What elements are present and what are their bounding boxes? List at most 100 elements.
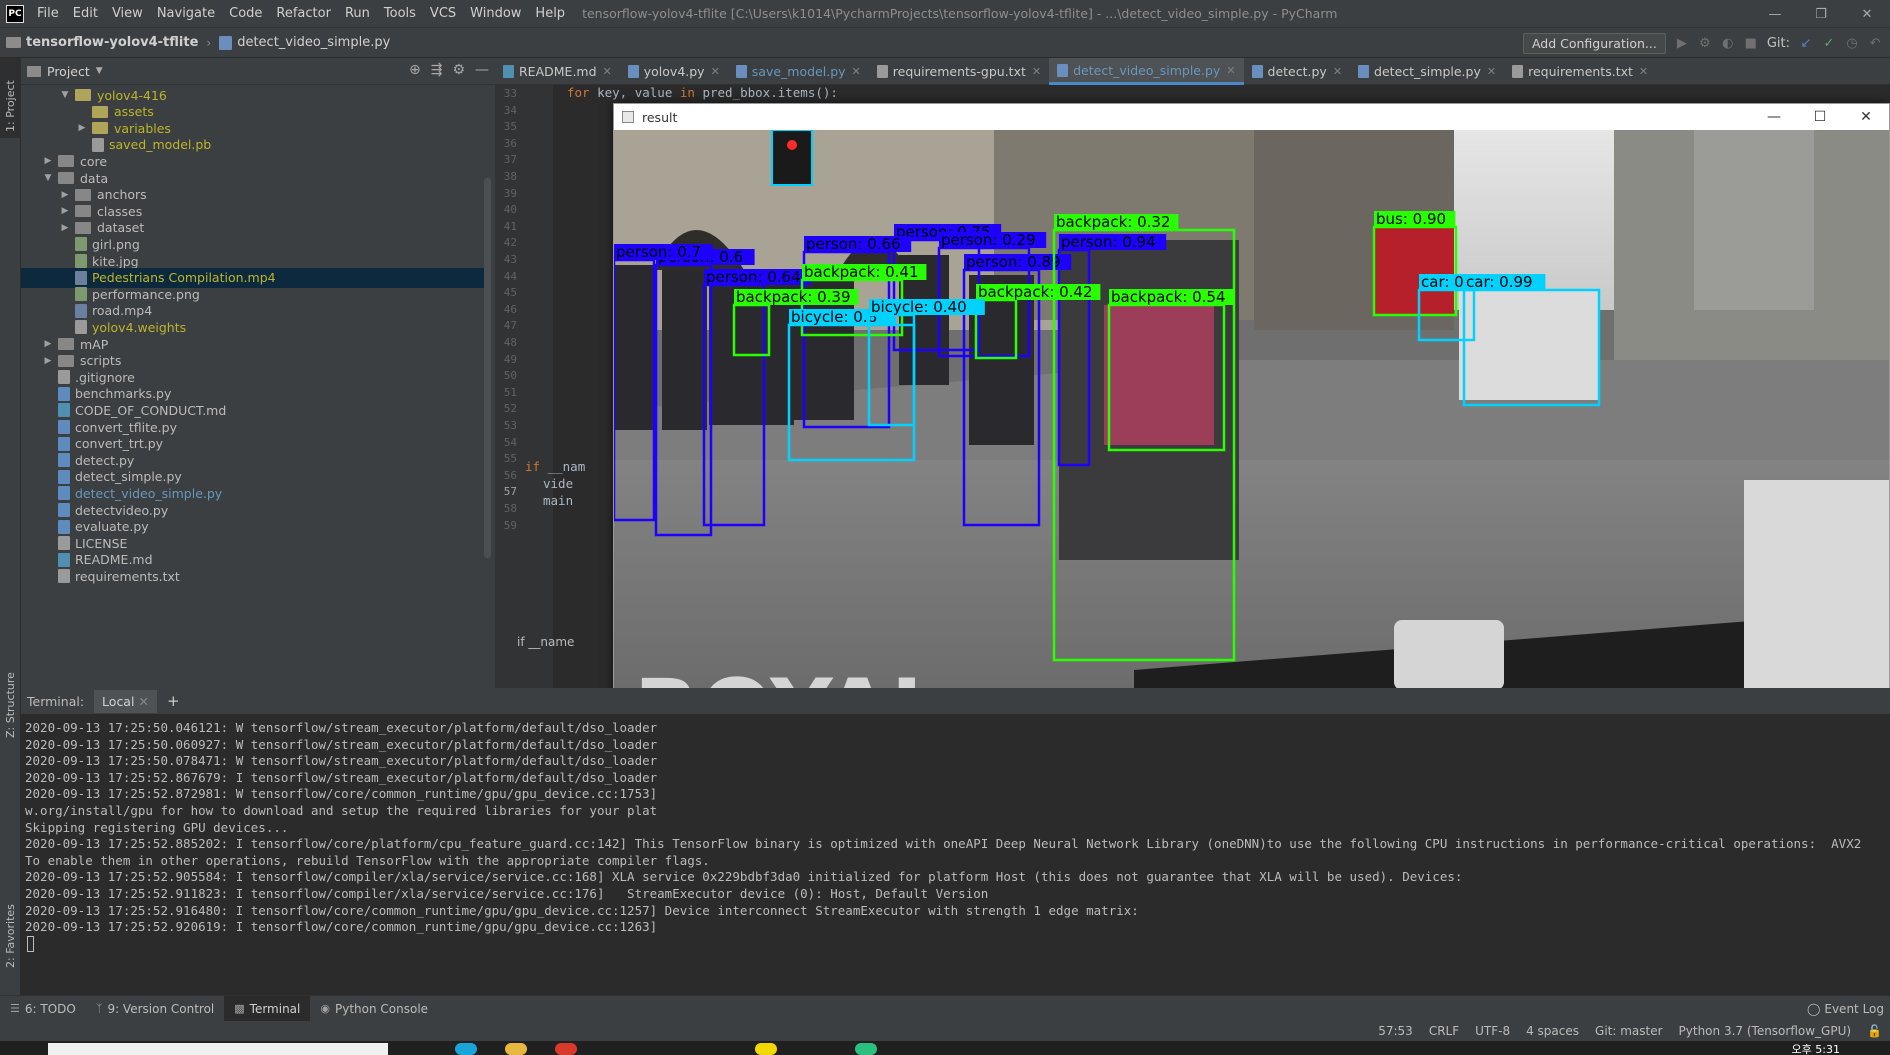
chevron-right-icon[interactable]: ▶ xyxy=(42,356,54,366)
code-breadcrumb[interactable]: if __name xyxy=(517,635,574,649)
menu-view[interactable]: View xyxy=(105,0,150,28)
git-commit-icon[interactable]: ✓ xyxy=(1822,36,1836,51)
close-icon[interactable]: ✕ xyxy=(1333,65,1342,78)
terminal-tool-button[interactable]: ▩ Terminal xyxy=(224,995,311,1022)
chevron-down-icon[interactable]: ▼ xyxy=(59,90,71,100)
py-file-icon xyxy=(1057,63,1069,77)
editor-tab[interactable]: requirements.txt ✕ xyxy=(1504,58,1656,85)
close-icon[interactable]: ✕ xyxy=(1843,104,1889,130)
tree-item-label: yolov4-416 xyxy=(97,87,167,103)
restore-icon[interactable]: ❐ xyxy=(1798,0,1844,28)
breadcrumb-project[interactable]: tensorflow-yolov4-tflite xyxy=(0,35,204,50)
editor-tab[interactable]: README.md ✕ xyxy=(495,58,620,85)
close-icon[interactable]: ✕ xyxy=(1639,65,1648,78)
indent-setting[interactable]: 4 spaces xyxy=(1526,1024,1579,1038)
editor-tab-label: detect_simple.py xyxy=(1374,64,1481,79)
terminal-output[interactable]: 2020-09-13 17:25:50.046121: W tensorflow… xyxy=(25,718,1885,988)
event-log-button[interactable]: ◯ Event Log xyxy=(1807,996,1884,1022)
close-icon[interactable]: ✕ xyxy=(1032,65,1041,78)
kakaotalk-icon[interactable] xyxy=(755,1043,777,1055)
line-number: 46 xyxy=(503,302,517,316)
close-icon[interactable]: ✕ xyxy=(603,65,612,78)
git-update-icon[interactable]: ↙ xyxy=(1799,36,1813,51)
result-window-titlebar[interactable]: result xyxy=(614,104,1889,130)
lock-icon[interactable]: 🔓 xyxy=(1867,1024,1882,1038)
python-console-tool-button[interactable]: ◉ Python Console xyxy=(310,996,438,1022)
menu-code[interactable]: Code xyxy=(222,0,269,28)
explorer-icon[interactable] xyxy=(505,1043,527,1055)
line-separator[interactable]: CRLF xyxy=(1429,1024,1459,1038)
chevron-right-icon[interactable]: ▶ xyxy=(42,339,54,349)
chevron-down-icon[interactable]: ▼ xyxy=(42,173,54,183)
chevron-right-icon[interactable]: ▶ xyxy=(59,206,71,216)
menu-vcs[interactable]: VCS xyxy=(423,0,463,28)
menu-help[interactable]: Help xyxy=(528,0,572,28)
editor-tab[interactable]: detect_simple.py ✕ xyxy=(1350,58,1504,85)
close-icon[interactable]: ✕ xyxy=(1226,64,1235,77)
chevron-right-icon[interactable]: ▶ xyxy=(59,223,71,233)
editor-tab[interactable]: detect_video_simple.py ✕ xyxy=(1049,58,1244,85)
menu-navigate[interactable]: Navigate xyxy=(150,0,222,28)
line-number: 40 xyxy=(503,203,517,217)
menu-file[interactable]: File xyxy=(30,0,66,28)
close-icon[interactable]: ✕ xyxy=(711,65,720,78)
minimize-icon[interactable]: — xyxy=(1751,104,1797,130)
close-icon[interactable]: ✕ xyxy=(852,65,861,78)
breadcrumb-file[interactable]: detect_video_simple.py xyxy=(213,35,396,50)
debug-icon[interactable]: ⚙ xyxy=(1698,36,1712,51)
minimize-icon[interactable]: — xyxy=(1752,0,1798,28)
tree-file[interactable]: requirements.txt xyxy=(21,566,491,586)
git-history-icon[interactable]: ◷ xyxy=(1845,36,1859,51)
add-configuration-button[interactable]: Add Configuration... xyxy=(1522,32,1666,54)
stop-icon[interactable]: ■ xyxy=(1744,36,1758,51)
py-file-icon xyxy=(58,420,70,434)
favorites-tool-label[interactable]: 2: Favorites xyxy=(4,904,17,968)
maximize-icon[interactable]: ☐ xyxy=(1797,104,1843,130)
line-number: 39 xyxy=(503,186,517,200)
chevron-right-icon[interactable]: ▶ xyxy=(76,123,88,133)
locate-icon[interactable]: ⊕ xyxy=(409,62,421,78)
chevron-right-icon[interactable]: ▶ xyxy=(59,190,71,200)
tree-scrollbar[interactable] xyxy=(484,178,491,558)
structure-tool-label[interactable]: Z: Structure xyxy=(4,672,17,738)
todo-tool-button[interactable]: ☰ 6: TODO xyxy=(0,996,86,1022)
collapse-all-icon[interactable]: ⇶ xyxy=(431,62,443,78)
chevron-right-icon[interactable]: ▶ xyxy=(42,156,54,166)
project-tool-tab[interactable]: 1: Project xyxy=(0,58,21,138)
file-encoding[interactable]: UTF-8 xyxy=(1475,1024,1510,1038)
editor-tab[interactable]: requirements-gpu.txt ✕ xyxy=(869,58,1049,85)
menu-run[interactable]: Run xyxy=(338,0,377,28)
close-icon[interactable]: ✕ xyxy=(1844,0,1890,28)
pycharm-taskbar-icon[interactable] xyxy=(855,1043,877,1055)
close-icon[interactable]: ✕ xyxy=(1487,65,1496,78)
menu-refactor[interactable]: Refactor xyxy=(269,0,338,28)
git-rollback-icon[interactable]: ↶ xyxy=(1868,36,1882,51)
close-icon[interactable]: ✕ xyxy=(138,694,148,709)
version-control-tool-button[interactable]: ᛉ 9: Version Control xyxy=(86,996,224,1022)
project-panel-actions: ⊕ ⇶ ⚙ — xyxy=(409,62,489,78)
editor-tab[interactable]: yolov4.py ✕ xyxy=(620,58,728,85)
terminal-tab-local[interactable]: Local ✕ xyxy=(94,689,157,713)
gear-icon[interactable]: ⚙ xyxy=(452,62,465,78)
caret-position[interactable]: 57:53 xyxy=(1378,1024,1413,1038)
python-interpreter[interactable]: Python 3.7 (Tensorflow_GPU) xyxy=(1679,1024,1852,1038)
event-log-icon: ◯ xyxy=(1806,1002,1821,1016)
line-number: 37 xyxy=(503,153,517,167)
editor-tab[interactable]: save_model.py ✕ xyxy=(728,58,869,85)
menu-edit[interactable]: Edit xyxy=(66,0,105,28)
editor-tab[interactable]: detect.py ✕ xyxy=(1244,58,1351,85)
chevron-down-icon[interactable]: ▼ xyxy=(96,66,103,76)
chrome-icon[interactable] xyxy=(555,1043,577,1055)
hide-icon[interactable]: — xyxy=(475,62,489,78)
edge-icon[interactable] xyxy=(455,1043,477,1055)
coverage-icon[interactable]: ◐ xyxy=(1721,36,1735,51)
menu-window[interactable]: Window xyxy=(463,0,528,28)
md-file-icon xyxy=(58,403,70,418)
taskbar-search[interactable] xyxy=(48,1043,388,1055)
git-branch[interactable]: Git: master xyxy=(1595,1024,1663,1038)
project-panel-title[interactable]: Project xyxy=(47,64,90,79)
run-icon[interactable]: ▶ xyxy=(1675,36,1689,51)
add-terminal-icon[interactable]: + xyxy=(167,692,180,710)
editor-tab-label: requirements-gpu.txt xyxy=(892,64,1026,79)
menu-tools[interactable]: Tools xyxy=(377,0,423,28)
